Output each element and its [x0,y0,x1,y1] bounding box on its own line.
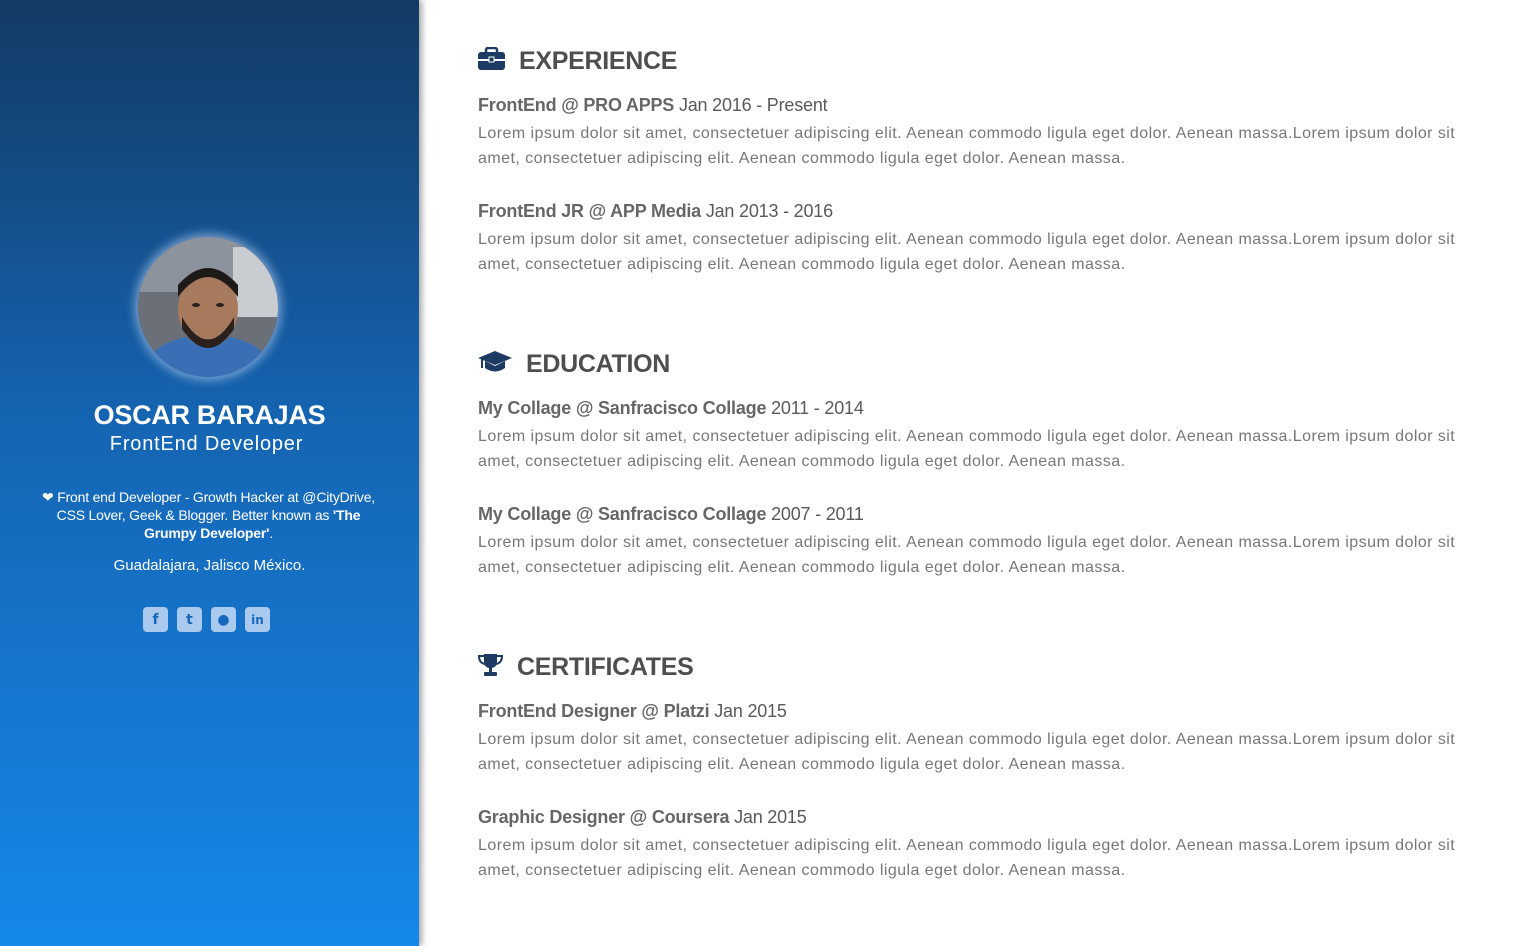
social-links: f t ● in [143,607,270,632]
entry-dates: Jan 2015 [714,701,787,721]
entry-org: Coursera [651,807,730,827]
entry-org: APP Media [610,201,701,221]
entry-at: @ [583,201,611,221]
section-header: CERTIFICATES [477,651,1468,683]
entry-description: Lorem ipsum dolor sit amet, consectetuer… [478,837,1456,879]
entry-dates: Jan 2016 - Present [678,95,828,115]
entry-role: FrontEnd JR [478,201,584,221]
profile-sidebar: OSCAR BARAJAS FrontEnd Developer ❤ Front… [0,0,419,946]
bio-text: Front end Developer - Growth Hacker at @… [53,489,376,523]
entry-heading: My Collage @ Sanfracisco Collage 2007 - … [478,502,1468,526]
entry-description: Lorem ipsum dolor sit amet, consectetuer… [478,231,1456,273]
bio-end: . [269,525,273,541]
list-item: My Collage @ Sanfracisco Collage 2007 - … [478,502,1468,580]
profile-name: OSCAR BARAJAS [93,400,326,430]
list-item: FrontEnd JR @ APP Media Jan 2013 - 2016 … [478,199,1468,277]
facebook-icon[interactable]: f [143,607,168,632]
section-header: EXPERIENCE [478,45,1468,77]
entry-description: Lorem ipsum dolor sit amet, consectetuer… [478,534,1456,576]
linkedin-icon[interactable]: in [245,607,270,632]
entry-heading: My Collage @ Sanfracisco Collage 2011 - … [478,396,1468,420]
section-certificates: CERTIFICATES FrontEnd Designer @ Platzi … [477,651,1468,883]
entry-at: @ [571,398,598,418]
entry-dates: 2011 - 2014 [771,398,864,418]
profile-bio: ❤ Front end Developer - Growth Hacker at… [42,488,375,542]
entry-heading: FrontEnd JR @ APP Media Jan 2013 - 2016 [478,199,1468,223]
entry-at: @ [571,504,598,524]
entry-org: PRO APPS [583,95,675,115]
heart-icon: ❤ [42,489,54,505]
profile-location: Guadalajara, Jalisco México. [113,557,306,574]
entry-heading: FrontEnd @ PRO APPS Jan 2016 - Present [478,93,1468,117]
entry-org: Platzi [663,701,710,721]
entry-role: My Collage [478,398,572,418]
entry-at: @ [624,807,652,827]
entry-org: Sanfracisco Collage [598,504,767,524]
entry-org: Sanfracisco Collage [598,398,767,418]
list-item: Graphic Designer @ Coursera Jan 2015 Lor… [478,805,1468,883]
section-title: CERTIFICATES [517,652,694,681]
entry-role: My Collage [478,504,572,524]
entry-at: @ [636,701,664,721]
twitter-icon[interactable]: t [177,607,202,632]
section-title: EXPERIENCE [519,46,678,75]
entry-description: Lorem ipsum dolor sit amet, consectetuer… [478,428,1456,470]
trophy-icon [477,653,504,682]
github-icon[interactable]: ● [211,607,236,632]
briefcase-icon [478,46,505,75]
entry-role: FrontEnd [478,95,557,115]
entry-dates: 2007 - 2011 [771,504,864,524]
section-title: EDUCATION [526,349,671,378]
entry-heading: Graphic Designer @ Coursera Jan 2015 [478,805,1468,829]
entry-role: Graphic Designer [478,807,625,827]
profile-title: FrontEnd Developer [109,433,304,455]
entry-description: Lorem ipsum dolor sit amet, consectetuer… [478,125,1456,167]
list-item: FrontEnd Designer @ Platzi Jan 2015 Lore… [478,699,1468,777]
list-item: FrontEnd @ PRO APPS Jan 2016 - Present L… [478,93,1468,171]
entry-description: Lorem ipsum dolor sit amet, consectetuer… [478,731,1456,773]
section-experience: EXPERIENCE FrontEnd @ PRO APPS Jan 2016 … [478,45,1468,277]
section-header: EDUCATION [478,348,1468,380]
graduation-cap-icon [478,350,512,378]
entry-at: @ [556,95,584,115]
entry-heading: FrontEnd Designer @ Platzi Jan 2015 [478,699,1468,723]
entry-dates: Jan 2013 - 2016 [705,201,833,221]
list-item: My Collage @ Sanfracisco Collage 2011 - … [478,396,1468,474]
entry-role: FrontEnd Designer [478,701,637,721]
entry-dates: Jan 2015 [734,807,807,827]
avatar [138,237,278,377]
section-education: EDUCATION My Collage @ Sanfracisco Colla… [478,348,1468,580]
